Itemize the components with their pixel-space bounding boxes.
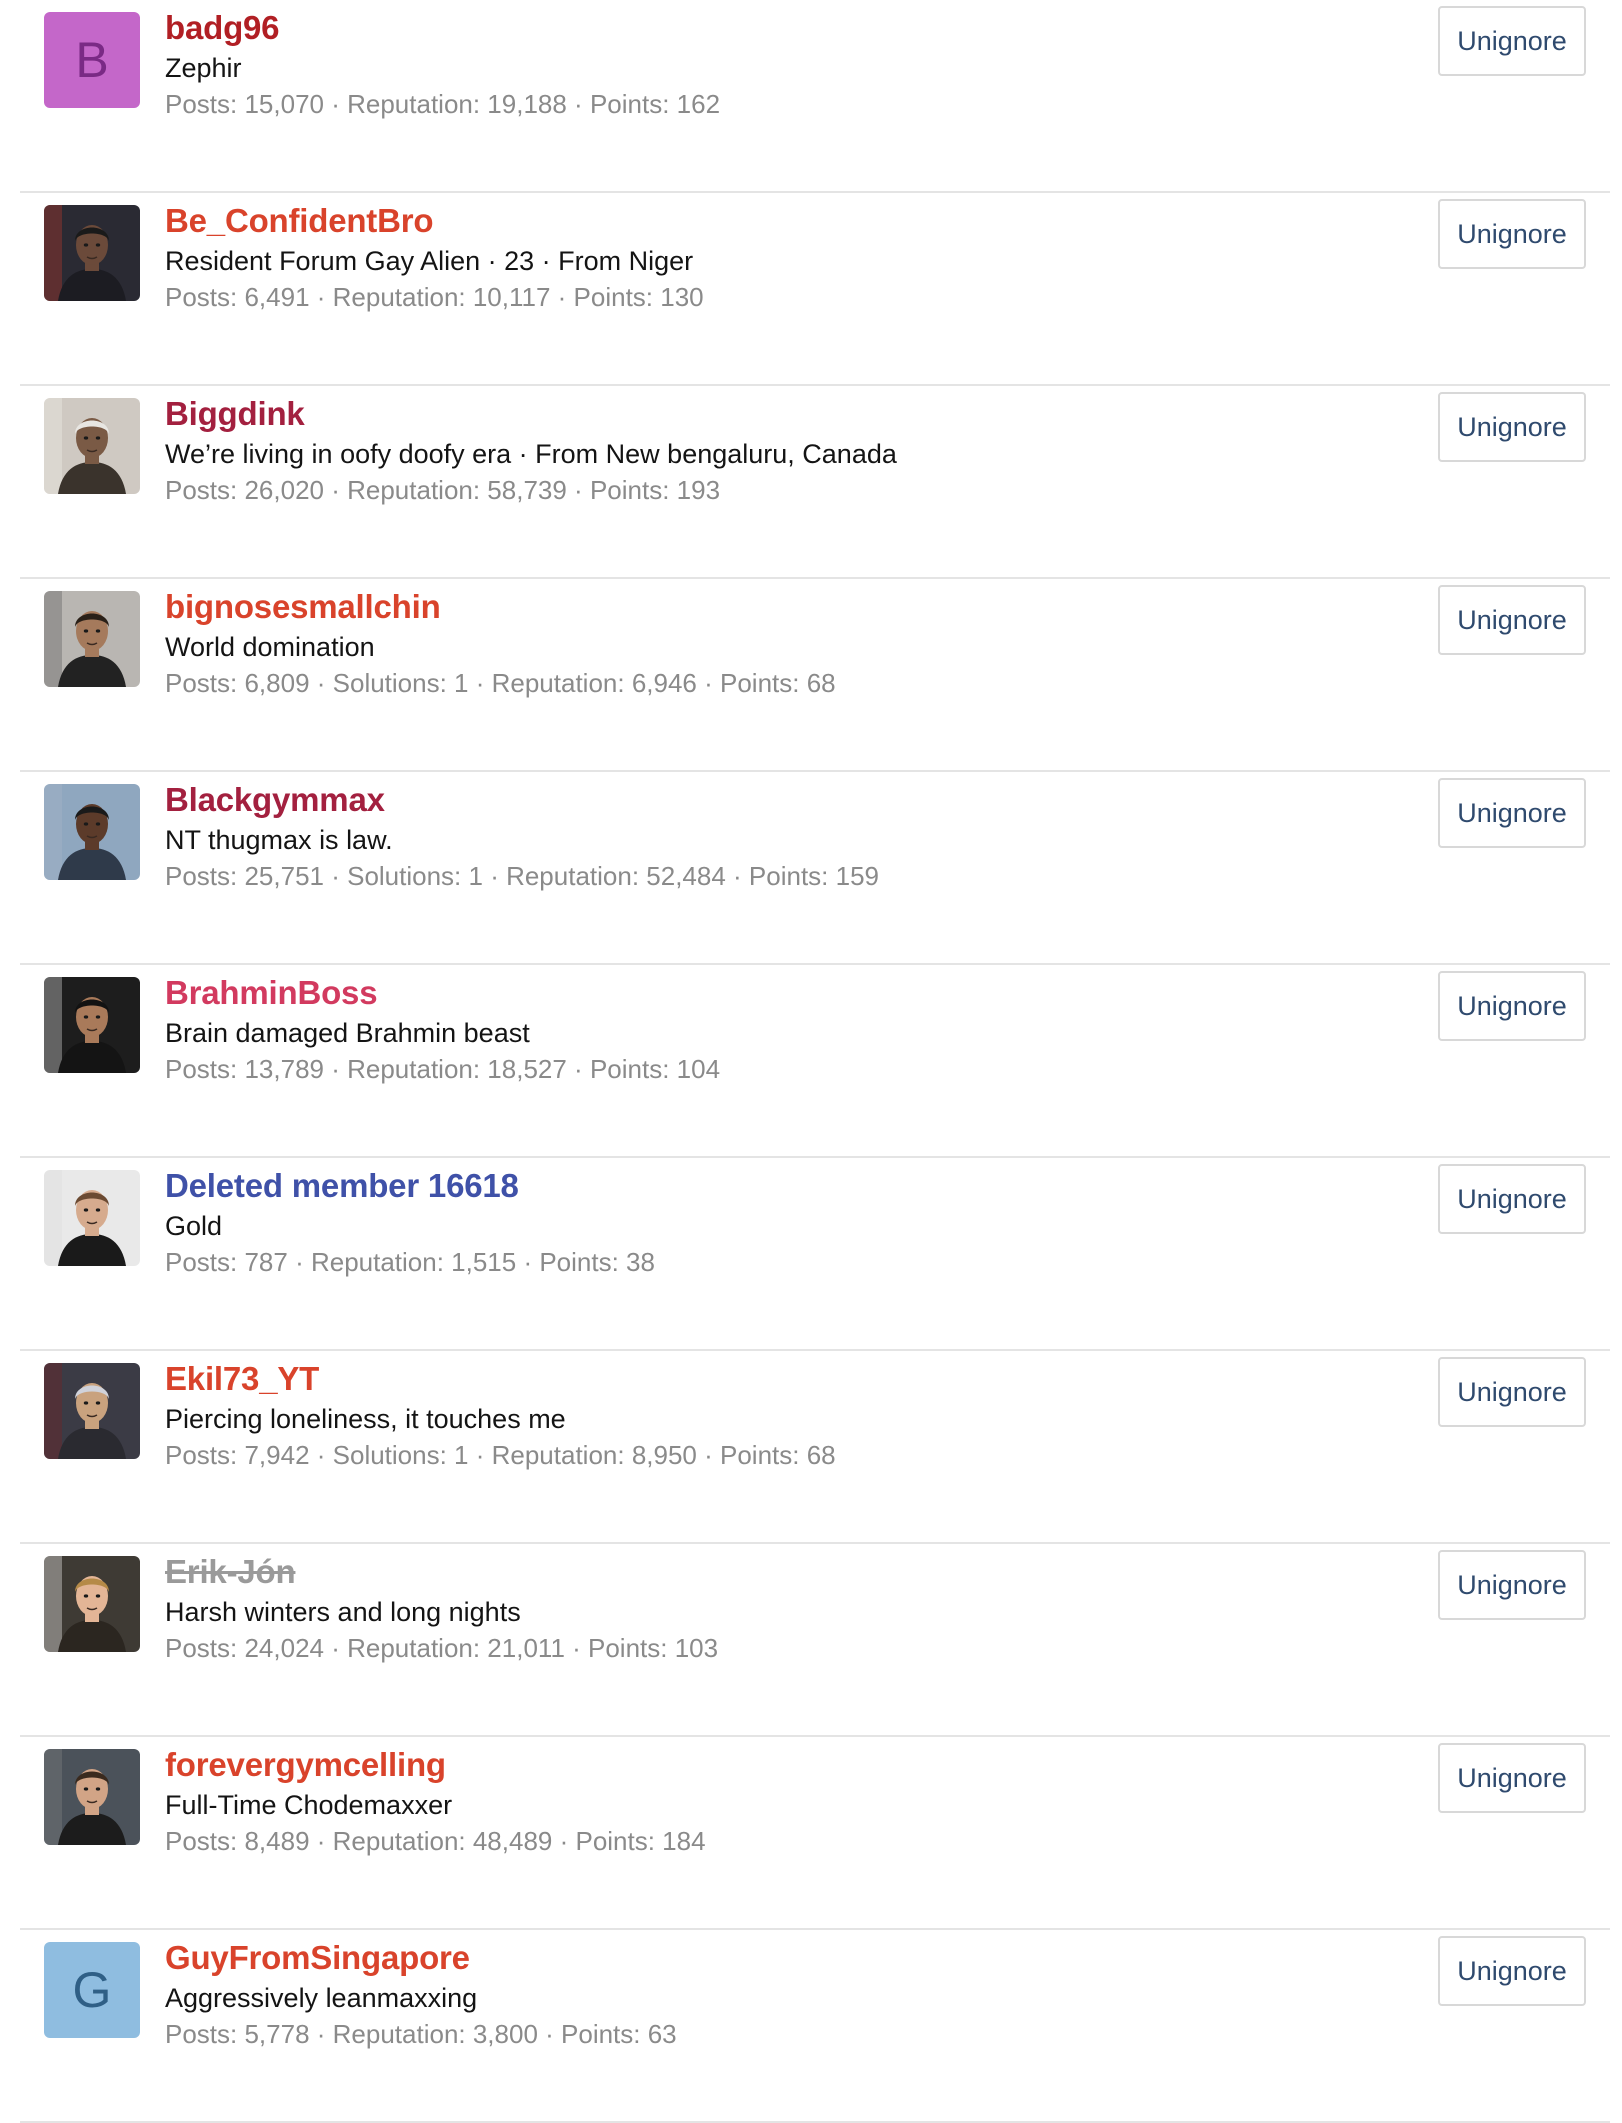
member-row: Biggdink We’re living in oofy doofy era ·…: [20, 386, 1610, 579]
member-username-link[interactable]: BrahminBoss: [165, 971, 1330, 1015]
member-title: We’re living in oofy doofy era · From Ne…: [165, 439, 897, 469]
member-title: Gold: [165, 1211, 223, 1241]
member-row: Blackgymmax NT thugmax is law. Posts: 25,7…: [20, 772, 1610, 965]
member-stats: Posts: 6,491 · Reputation: 10,117 · Poin…: [165, 282, 704, 312]
member-info: Ekil73_YT Piercing loneliness, it touches…: [165, 1357, 1330, 1473]
member-info: Be_ConfidentBro Resident Forum Gay Alien …: [165, 199, 1330, 315]
member-row: G GuyFromSingapore Aggressively leanmaxxin…: [20, 1930, 1610, 2123]
member-info: Biggdink We’re living in oofy doofy era ·…: [165, 392, 1330, 508]
member-info: GuyFromSingapore Aggressively leanmaxxing…: [165, 1936, 1330, 2052]
member-title: Harsh winters and long nights: [165, 1597, 521, 1627]
unignore-button[interactable]: Unignore: [1438, 778, 1586, 848]
member-stats: Posts: 5,778 · Reputation: 3,800 · Point…: [165, 2019, 677, 2049]
avatar-letter: G: [72, 1962, 112, 2018]
unignore-button[interactable]: Unignore: [1438, 392, 1586, 462]
member-info: bignosesmallchin World domination Posts: 6…: [165, 585, 1330, 701]
woman-smiling-photo[interactable]: [44, 1556, 140, 1652]
member-title: Aggressively leanmaxxing: [165, 1983, 478, 2013]
member-info: forevergymcelling Full-Time Chodemaxxer Po…: [165, 1743, 1330, 1859]
member-username-link[interactable]: Biggdink: [165, 392, 1330, 436]
member-info: Erik-Jón Harsh winters and long nights Pos…: [165, 1550, 1330, 1666]
member-username-link[interactable]: Deleted member 16618: [165, 1164, 1330, 1208]
unignore-button[interactable]: Unignore: [1438, 1357, 1586, 1427]
unignore-button[interactable]: Unignore: [1438, 1936, 1586, 2006]
man-at-desk-photo[interactable]: [44, 205, 140, 301]
member-username-link[interactable]: bignosesmallchin: [165, 585, 1330, 629]
hooded-figure-photo[interactable]: [44, 398, 140, 494]
member-stats: Posts: 7,942 · Solutions: 1 · Reputation…: [165, 1440, 836, 1470]
member-stats: Posts: 15,070 · Reputation: 19,188 · Poi…: [165, 89, 721, 119]
ignored-members-list: Bbadg96 Zephir Posts: 15,070 · Reputation:…: [0, 0, 1622, 2123]
unignore-button[interactable]: Unignore: [1438, 585, 1586, 655]
unignore-button[interactable]: Unignore: [1438, 1743, 1586, 1813]
unignore-button[interactable]: Unignore: [1438, 1550, 1586, 1620]
member-row: Be_ConfidentBro Resident Forum Gay Alien …: [20, 193, 1610, 386]
member-row: Erik-Jón Harsh winters and long nights Pos…: [20, 1544, 1610, 1737]
member-username-link[interactable]: Erik-Jón: [165, 1550, 1330, 1594]
member-title: NT thugmax is law.: [165, 825, 393, 855]
member-stats: Posts: 13,789 · Reputation: 18,527 · Poi…: [165, 1054, 721, 1084]
member-stats: Posts: 26,020 · Reputation: 58,739 · Poi…: [165, 475, 721, 505]
member-title: Zephir: [165, 53, 242, 83]
member-row: BrahminBoss Brain damaged Brahmin beast Po…: [20, 965, 1610, 1158]
member-title: Resident Forum Gay Alien · 23 · From Nig…: [165, 246, 694, 276]
unignore-button[interactable]: Unignore: [1438, 6, 1586, 76]
member-username-link[interactable]: GuyFromSingapore: [165, 1936, 1330, 1980]
member-stats: Posts: 24,024 · Reputation: 21,011 · Poi…: [165, 1633, 719, 1663]
member-info: Blackgymmax NT thugmax is law. Posts: 25,7…: [165, 778, 1330, 894]
member-title: Piercing loneliness, it touches me: [165, 1404, 566, 1434]
anime-character-photo[interactable]: [44, 1363, 140, 1459]
unignore-button[interactable]: Unignore: [1438, 199, 1586, 269]
member-username-link[interactable]: Be_ConfidentBro: [165, 199, 1330, 243]
member-info: Deleted member 16618 Gold Posts: 787 · Rep…: [165, 1164, 1330, 1280]
unignore-button[interactable]: Unignore: [1438, 1164, 1586, 1234]
member-stats: Posts: 787 · Reputation: 1,515 · Points:…: [165, 1247, 655, 1277]
member-title: Brain damaged Brahmin beast: [165, 1018, 530, 1048]
member-title: Full-Time Chodemaxxer: [165, 1790, 453, 1820]
unignore-button[interactable]: Unignore: [1438, 971, 1586, 1041]
man-portrait-photo[interactable]: [44, 977, 140, 1073]
man-portrait-photo[interactable]: [44, 591, 140, 687]
member-stats: Posts: 25,751 · Solutions: 1 · Reputatio…: [165, 861, 879, 891]
avatar-letter: B: [75, 32, 109, 88]
letter-avatar[interactable]: G: [44, 1942, 140, 2038]
man-portrait-photo[interactable]: [44, 1749, 140, 1845]
member-username-link[interactable]: forevergymcelling: [165, 1743, 1330, 1787]
member-username-link[interactable]: Ekil73_YT: [165, 1357, 1330, 1401]
member-row: Bbadg96 Zephir Posts: 15,070 · Reputation:…: [20, 0, 1610, 193]
member-username-link[interactable]: badg96: [165, 6, 1330, 50]
member-info: badg96 Zephir Posts: 15,070 · Reputation: …: [165, 6, 1330, 122]
letter-avatar[interactable]: B: [44, 12, 140, 108]
member-row: bignosesmallchin World domination Posts: 6…: [20, 579, 1610, 772]
man-portrait-photo[interactable]: [44, 1170, 140, 1266]
member-row: Deleted member 16618 Gold Posts: 787 · Rep…: [20, 1158, 1610, 1351]
member-stats: Posts: 6,809 · Solutions: 1 · Reputation…: [165, 668, 836, 698]
member-username-link[interactable]: Blackgymmax: [165, 778, 1330, 822]
member-info: BrahminBoss Brain damaged Brahmin beast Po…: [165, 971, 1330, 1087]
member-row: forevergymcelling Full-Time Chodemaxxer Po…: [20, 1737, 1610, 1930]
member-stats: Posts: 8,489 · Reputation: 48,489 · Poin…: [165, 1826, 706, 1856]
member-row: Ekil73_YT Piercing loneliness, it touches…: [20, 1351, 1610, 1544]
man-cap-photo[interactable]: [44, 784, 140, 880]
member-title: World domination: [165, 632, 375, 662]
